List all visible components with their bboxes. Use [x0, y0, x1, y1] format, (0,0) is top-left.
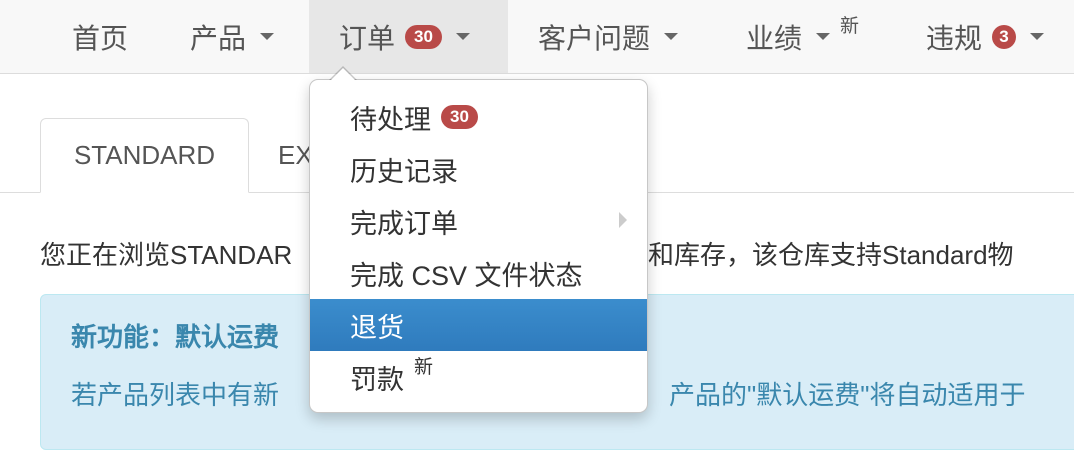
tab-standard[interactable]: STANDARD: [40, 118, 249, 193]
dropdown-arrow-fill: [331, 68, 355, 80]
new-superscript: 新: [840, 16, 860, 37]
menu-item-label: 罚款: [350, 364, 404, 395]
new-superscript: 新: [414, 356, 434, 378]
violations-count-badge: 3: [992, 24, 1017, 49]
alert-text: 若产品列表中有新 产品的"默认运费"将自动适用于: [71, 375, 1025, 412]
nav-item-customer-issues[interactable]: 客户问题: [538, 0, 679, 73]
nav-item-label: 产品: [190, 22, 247, 54]
orders-dropdown-menu: 待处理 30 历史记录 完成订单 完成 CSV 文件状态 退货 罚款 新: [309, 66, 648, 413]
nav-item-label: 订单: [339, 22, 396, 54]
alert-text-right: 产品的"默认运费"将自动适用于: [669, 380, 1026, 410]
caret-down-icon: [260, 33, 275, 40]
nav-item-products[interactable]: 产品: [190, 0, 275, 73]
intro-text-left: 您正在浏览STANDAR: [40, 240, 293, 270]
menu-item-fulfill-orders[interactable]: 完成订单: [310, 195, 647, 247]
menu-item-label: 待处理: [350, 104, 431, 135]
submenu-caret-right-icon: [619, 212, 627, 228]
nav-item-label: 违规: [926, 22, 983, 54]
caret-down-icon: [816, 33, 831, 40]
menu-item-label: 完成 CSV 文件状态: [350, 260, 583, 291]
page: 首页 产品 订单 30 客户问题 业绩 新 违规 3 STANDARD EX 您…: [0, 0, 1074, 466]
pending-count-badge: 30: [441, 105, 478, 129]
alert-title: 新功能：默认运费: [71, 322, 280, 352]
nav-item-home[interactable]: 首页: [72, 0, 128, 73]
menu-item-label: 历史记录: [350, 156, 458, 187]
nav-item-label: 客户问题: [538, 22, 651, 54]
menu-item-label: 退货: [350, 312, 404, 343]
nav-item-performance[interactable]: 业绩 新: [746, 0, 859, 73]
caret-down-icon: [664, 33, 679, 40]
menu-item-penalties[interactable]: 罚款 新: [310, 351, 647, 403]
nav-item-violations[interactable]: 违规 3: [926, 0, 1045, 73]
menu-item-history[interactable]: 历史记录: [310, 143, 647, 195]
caret-down-icon: [455, 33, 470, 40]
nav-item-orders[interactable]: 订单 30: [309, 0, 508, 73]
tab-label: STANDARD: [73, 140, 216, 170]
menu-item-returns[interactable]: 退货: [310, 299, 647, 351]
intro-text-right: 和库存，该仓库支持Standard物: [648, 240, 1014, 270]
nav-item-label: 首页: [72, 22, 129, 54]
menu-item-csv-status[interactable]: 完成 CSV 文件状态: [310, 247, 647, 299]
menu-item-label: 完成订单: [350, 208, 458, 239]
orders-count-badge: 30: [405, 24, 442, 49]
caret-down-icon: [1030, 33, 1045, 40]
nav-item-label: 业绩: [746, 22, 803, 54]
tab-label: EX: [278, 140, 313, 170]
top-navbar: 首页 产品 订单 30 客户问题 业绩 新 违规 3: [0, 0, 1074, 74]
alert-text-left: 若产品列表中有新: [71, 380, 280, 410]
menu-item-pending[interactable]: 待处理 30: [310, 91, 647, 143]
